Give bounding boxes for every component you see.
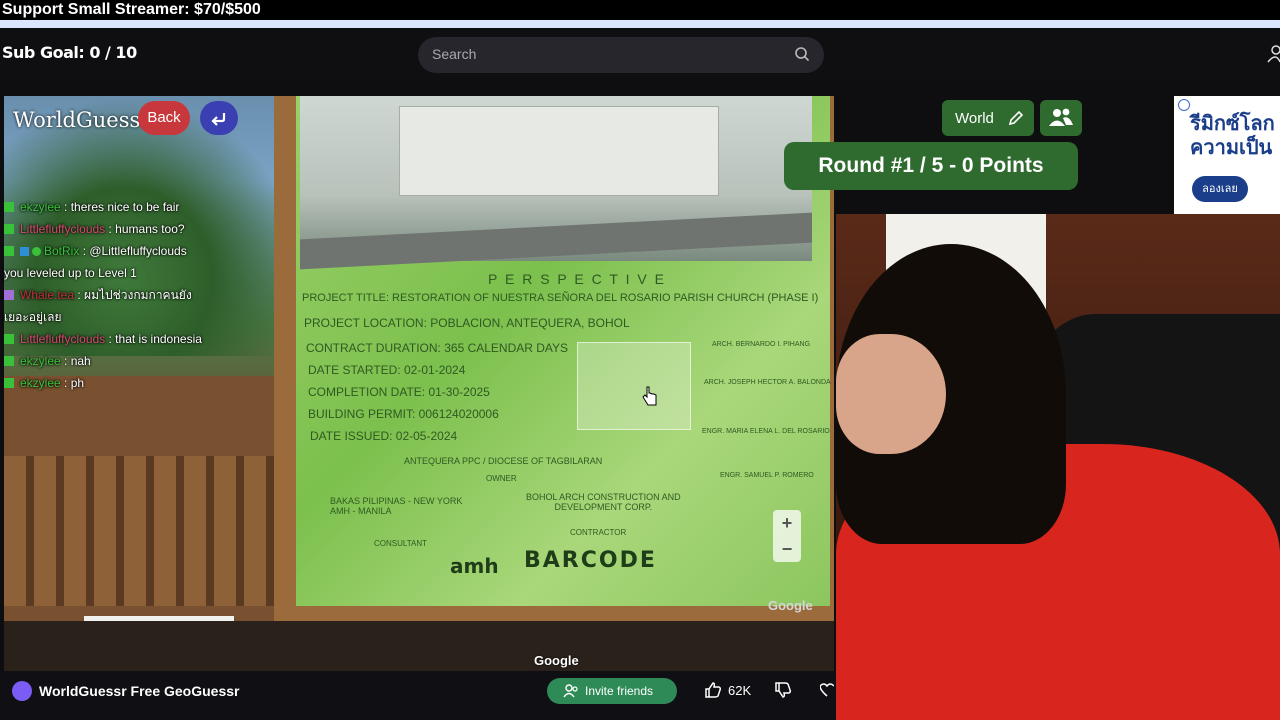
kick-badge-icon — [4, 246, 14, 256]
sign-consultant: BAKAS PILIPINAS - NEW YORK AMH - MANILA — [330, 496, 463, 516]
church-rendering-building — [399, 106, 719, 196]
ground-area — [4, 621, 834, 671]
sign-contract-duration: CONTRACT DURATION: 365 CALENDAR DAYS — [306, 341, 569, 355]
sign-contractor-role: CONTRACTOR — [570, 528, 627, 537]
chat-message: ekzylee : nah — [4, 350, 204, 372]
streamer-webcam — [836, 214, 1280, 720]
sub-goal-counter: Sub Goal: 0 / 10 — [2, 43, 137, 62]
wooden-railing — [4, 456, 284, 606]
invite-friends-label: Invite friends — [585, 684, 654, 698]
chat-username: Littlefluffyclouds — [20, 222, 106, 236]
party-button[interactable] — [1040, 100, 1082, 136]
chat-message: BotRix : @Littlefluffyclouds you leveled… — [4, 240, 204, 284]
chat-text: : that is indonesia — [108, 332, 202, 346]
worldguessr-logo: WorldGuessr — [13, 108, 151, 132]
return-arrow-icon — [211, 113, 226, 126]
kick-badge-icon — [4, 334, 14, 344]
zoom-in-button[interactable]: + — [773, 510, 801, 536]
thumbs-up-icon[interactable] — [704, 681, 722, 699]
ad-info-icon[interactable] — [1178, 99, 1190, 111]
google-watermark: Google — [534, 653, 579, 668]
game-title: WorldGuessr Free GeoGuessr — [39, 683, 240, 699]
sign-contractor: BOHOL ARCH CONSTRUCTION AND DEVELOPMENT … — [526, 492, 681, 512]
map-mode-label: World — [955, 110, 994, 127]
discord-icon — [12, 681, 32, 701]
sign-completion-date: COMPLETION DATE: 01-30-2025 — [308, 385, 490, 399]
invite-friends-button[interactable]: Invite friends — [547, 678, 677, 704]
chat-text: : humans too? — [108, 222, 185, 236]
search-placeholder: Search — [432, 46, 477, 62]
chat-text: : theres nice to be fair — [64, 200, 180, 214]
verified-badge-icon — [32, 247, 41, 256]
chat-message: ekzylee : theres nice to be fair — [4, 196, 204, 218]
chat-text: : ph — [64, 376, 85, 390]
zoom-control: + − — [773, 510, 801, 562]
sign-heading: P E R S P E C T I V E — [488, 271, 666, 287]
invite-users-icon — [563, 684, 578, 698]
zoom-out-button[interactable]: − — [773, 536, 801, 562]
chat-overlay: ekzylee : theres nice to be fair Littlef… — [4, 196, 204, 394]
sign-owner: ANTEQUERA PPC / DIOCESE OF TAGBILARAN — [404, 456, 603, 466]
user-icon[interactable] — [1266, 44, 1280, 64]
ad-banner[interactable]: รีมิกซ์โลก ความเป็น ลองเลย — [1174, 96, 1280, 214]
sign-date-started: DATE STARTED: 02-01-2024 — [308, 363, 466, 377]
like-count: 62K — [728, 683, 752, 698]
chat-message: Littlefluffyclouds : humans too? — [4, 218, 204, 240]
thumbs-down-icon[interactable] — [774, 681, 792, 699]
banner-divider — [0, 20, 1280, 28]
sign-logo-barcode: BARCODE — [524, 548, 657, 573]
kick-badge-icon — [4, 202, 14, 212]
chat-message: Littlefluffyclouds : that is indonesia — [4, 328, 204, 350]
goal-banner: Support Small Streamer: $70/$500 — [0, 0, 1280, 20]
back-button[interactable]: Back — [138, 101, 190, 135]
game-footer: WorldGuessr Free GeoGuessr Invite friend… — [0, 671, 836, 720]
google-small-watermark: Google — [768, 598, 813, 613]
chat-username: ekzylee — [20, 200, 61, 214]
chat-text: : nah — [64, 354, 91, 368]
sign-consultant-role: CONSULTANT — [374, 539, 428, 548]
hand-cursor-icon — [642, 386, 657, 406]
chat-message: ekzylee : ph — [4, 372, 204, 394]
sign-architect-1: ARCH. BERNARDO I. PIHANG — [712, 341, 811, 348]
ad-cta-button[interactable]: ลองเลย — [1192, 176, 1248, 202]
sign-owner-role: OWNER — [486, 474, 517, 483]
chat-username: ekzylee — [20, 376, 61, 390]
sign-project-title: PROJECT TITLE: RESTORATION OF NUESTRA SE… — [302, 292, 819, 304]
search-input[interactable]: Search — [418, 37, 824, 73]
stream-header: Sub Goal: 0 / 10 Search — [0, 28, 1280, 82]
goal-banner-text: Support Small Streamer: $70/$500 — [2, 1, 261, 18]
sub-badge-icon — [4, 290, 14, 300]
map-mode-button[interactable]: World — [942, 100, 1034, 136]
sign-engineer-1: ENGR. MARIA ELENA L. DEL ROSARIO — [702, 428, 830, 435]
kick-badge-icon — [4, 378, 14, 388]
sign-architect-2: ARCH. JOSEPH HECTOR A. BALONDA — [704, 379, 831, 386]
kick-badge-icon — [4, 356, 14, 366]
sign-building-permit: BUILDING PERMIT: 006124020006 — [308, 407, 499, 421]
search-icon[interactable] — [794, 46, 810, 62]
heart-icon[interactable] — [820, 682, 834, 698]
webcam-face — [836, 334, 946, 454]
kick-badge-icon — [4, 224, 14, 234]
sign-project-location: PROJECT LOCATION: POBLACION, ANTEQUERA, … — [304, 316, 630, 330]
bot-badge-icon — [20, 247, 29, 256]
round-indicator: Round #1 / 5 - 0 Points — [784, 142, 1078, 190]
chat-username: Whale.tea — [20, 288, 75, 302]
chat-message: Whale.tea : ผมไปช่วงกมกาคนยังเยอะอยู่เลย — [4, 284, 204, 328]
ad-headline: รีมิกซ์โลก ความเป็น — [1190, 113, 1275, 159]
chat-username: ekzylee — [20, 354, 61, 368]
chat-username: Littlefluffyclouds — [20, 332, 106, 346]
selection-highlight — [577, 342, 691, 430]
sign-logo-amh: amh — [450, 554, 499, 578]
pencil-icon — [1008, 110, 1024, 126]
sign-date-issued: DATE ISSUED: 02-05-2024 — [310, 429, 458, 443]
chat-username: BotRix — [44, 244, 80, 258]
users-icon — [1049, 108, 1073, 126]
sign-engineer-2: ENGR. SAMUEL P. ROMERO — [720, 472, 814, 479]
return-to-start-button[interactable] — [200, 101, 238, 135]
